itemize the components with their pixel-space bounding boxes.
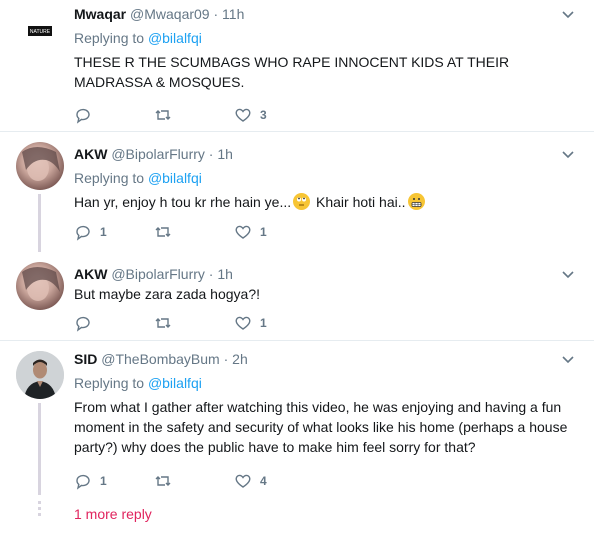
- reply-icon: [76, 316, 90, 332]
- chevron-down-icon[interactable]: [558, 264, 578, 284]
- like-button[interactable]: 4: [234, 472, 314, 490]
- heart-icon: [235, 474, 251, 488]
- separator-dot: ·: [223, 351, 229, 367]
- replying-to: Replying to @bilalfqi: [74, 373, 578, 393]
- thread-line: [38, 194, 41, 252]
- user-handle[interactable]: @BipolarFlurry: [111, 266, 205, 282]
- retweet-button[interactable]: [154, 314, 234, 332]
- logo-avatar-icon: NATURE: [28, 26, 52, 36]
- display-name[interactable]: AKW: [74, 266, 107, 282]
- tweet-actions: 1: [74, 313, 314, 333]
- like-count: 1: [260, 225, 267, 239]
- timestamp[interactable]: 1h: [217, 146, 233, 162]
- heart-icon: [235, 316, 251, 330]
- retweet-icon: [155, 476, 171, 486]
- tweet-text: But maybe zara zada hogya?!: [74, 286, 261, 302]
- user-handle[interactable]: @Mwaqar09: [130, 6, 210, 22]
- user-photo-avatar-icon: [16, 351, 64, 399]
- more-replies-link[interactable]: 1 more reply: [74, 506, 152, 522]
- like-count: 3: [260, 108, 267, 122]
- reply-count: 1: [100, 474, 107, 488]
- tweet-text: From what I gather after watching this v…: [74, 399, 568, 455]
- avatar[interactable]: [16, 262, 64, 310]
- reply-count: 1: [100, 225, 107, 239]
- separator-dot: ·: [213, 6, 219, 22]
- tweet-text: THESE R THE SCUMBAGS WHO RAPE INNOCENT K…: [74, 54, 510, 90]
- timestamp[interactable]: 1h: [217, 266, 233, 282]
- tweet-text-part: Khair hoti hai..: [312, 194, 406, 210]
- grimacing-face-emoji-icon: [407, 193, 425, 210]
- replying-to: Replying to @bilalfqi: [74, 168, 578, 188]
- mention-link[interactable]: @bilalfqi: [148, 375, 202, 391]
- tweet-actions: 3: [74, 105, 314, 125]
- heart-icon: [235, 108, 251, 122]
- retweet-icon: [155, 227, 171, 237]
- replying-to-label: Replying to: [74, 375, 148, 391]
- replying-to: Replying to @bilalfqi: [74, 28, 578, 48]
- mention-link[interactable]: @bilalfqi: [148, 170, 202, 186]
- tweet-mwaqar[interactable]: NATURE Mwaqar @Mwaqar09 · 11h Replying t…: [0, 0, 594, 131]
- tweet-header: AKW @BipolarFlurry · 1h: [74, 144, 578, 164]
- tweet-header: AKW @BipolarFlurry · 1h: [74, 264, 578, 284]
- display-name[interactable]: Mwaqar: [74, 6, 126, 22]
- svg-text:NATURE: NATURE: [30, 29, 51, 35]
- separator-dot: ·: [208, 266, 214, 282]
- display-name[interactable]: AKW: [74, 146, 107, 162]
- tweet-header: Mwaqar @Mwaqar09 · 11h: [74, 4, 578, 24]
- tweet-actions: 1 1: [74, 222, 314, 242]
- like-count: 1: [260, 316, 267, 330]
- reply-icon: [76, 474, 90, 490]
- retweet-button[interactable]: [154, 223, 234, 241]
- retweet-icon: [155, 110, 171, 120]
- tweet-header: SID @TheBombayBum · 2h: [74, 349, 578, 369]
- avatar[interactable]: NATURE: [22, 12, 58, 48]
- retweet-icon: [155, 318, 171, 328]
- user-handle[interactable]: @BipolarFlurry: [111, 146, 205, 162]
- face-with-rolling-eyes-emoji-icon: [293, 193, 311, 210]
- mention-link[interactable]: @bilalfqi: [148, 30, 202, 46]
- chevron-down-icon[interactable]: [558, 4, 578, 24]
- chevron-down-icon[interactable]: [558, 144, 578, 164]
- display-name[interactable]: SID: [74, 351, 97, 367]
- reply-icon: [76, 225, 90, 241]
- separator-dot: ·: [208, 146, 214, 162]
- user-photo-avatar-icon: [22, 267, 60, 301]
- reply-button[interactable]: [74, 314, 154, 332]
- tweet-text-part: Han yr, enjoy h tou kr rhe hain ye...: [74, 194, 292, 210]
- tweet-actions: 1 4: [74, 471, 314, 491]
- reply-button[interactable]: [74, 106, 154, 124]
- timestamp[interactable]: 2h: [232, 351, 248, 367]
- user-handle[interactable]: @TheBombayBum: [101, 351, 219, 367]
- reply-icon: [76, 108, 90, 124]
- like-button[interactable]: 3: [234, 106, 314, 124]
- user-photo-avatar-icon: [22, 147, 60, 181]
- like-count: 4: [260, 474, 267, 488]
- like-button[interactable]: 1: [234, 223, 314, 241]
- replying-to-label: Replying to: [74, 30, 148, 46]
- reply-button[interactable]: 1: [74, 472, 154, 490]
- avatar[interactable]: [16, 351, 64, 399]
- reply-button[interactable]: 1: [74, 223, 154, 241]
- tweet-text: Han yr, enjoy h tou kr rhe hain ye... Kh…: [74, 192, 578, 212]
- tweet-akw-2[interactable]: AKW @BipolarFlurry · 1h But maybe zara z…: [0, 252, 594, 340]
- retweet-button[interactable]: [154, 106, 234, 124]
- avatar[interactable]: [16, 142, 64, 190]
- replying-to-label: Replying to: [74, 170, 148, 186]
- thread-dots: [38, 501, 41, 519]
- timestamp[interactable]: 11h: [222, 6, 244, 22]
- heart-icon: [235, 225, 251, 239]
- chevron-down-icon[interactable]: [558, 349, 578, 369]
- like-button[interactable]: 1: [234, 314, 314, 332]
- thread-line: [38, 403, 41, 495]
- tweet-akw-1[interactable]: AKW @BipolarFlurry · 1h Replying to @bil…: [0, 132, 594, 252]
- retweet-button[interactable]: [154, 472, 234, 490]
